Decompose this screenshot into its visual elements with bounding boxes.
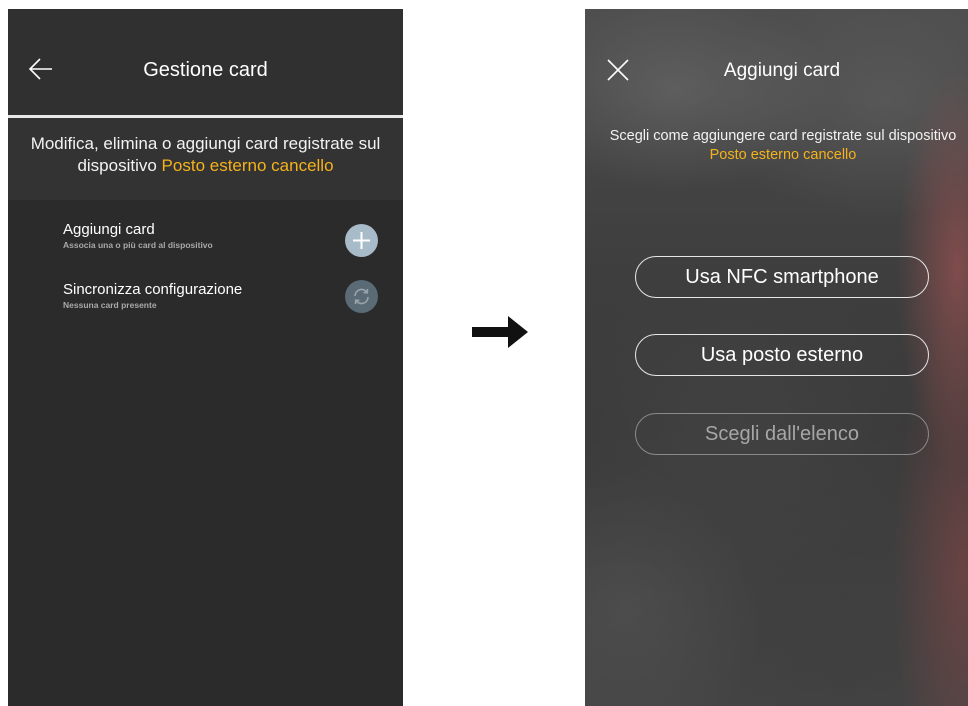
sync-button[interactable] <box>345 280 378 313</box>
stage: Gestione card Modifica, elimina o aggiun… <box>0 0 968 706</box>
description-panel: Modifica, elimina o aggiungi card regist… <box>8 118 403 200</box>
plus-icon <box>353 232 370 249</box>
menu-item-subtitle: Associa una o più card al dispositivo <box>63 240 213 250</box>
page-description: Scegli come aggiungere card registrate s… <box>605 127 961 165</box>
description-text: Scegli come aggiungere card registrate s… <box>609 128 957 144</box>
menu-item-aggiungi-card[interactable]: Aggiungi card Associa una o più card al … <box>8 217 403 267</box>
gestione-card-screen: Gestione card Modifica, elimina o aggiun… <box>8 9 403 706</box>
use-nfc-smartphone-button[interactable]: Usa NFC smartphone <box>635 256 929 298</box>
arrow-right-icon <box>472 316 528 348</box>
device-name: Posto esterno cancello <box>161 156 334 175</box>
use-posto-esterno-button[interactable]: Usa posto esterno <box>635 334 929 376</box>
menu-item-label: Aggiungi card <box>63 221 155 238</box>
page-title: Aggiungi card <box>723 60 841 81</box>
aggiungi-card-screen: Aggiungi card Scegli come aggiungere car… <box>585 9 968 706</box>
choose-from-list-button[interactable]: Scegli dall'elenco <box>635 413 929 455</box>
menu-item-subtitle: Nessuna card presente <box>63 300 157 310</box>
menu-item-label: Sincronizza configurazione <box>63 281 243 298</box>
app-header: Gestione card <box>8 9 403 115</box>
menu-item-sincronizza-configurazione[interactable]: Sincronizza configurazione Nessuna card … <box>8 277 403 327</box>
add-card-button[interactable] <box>345 224 378 257</box>
page-description: Modifica, elimina o aggiungi card regist… <box>22 133 389 177</box>
page-title: Gestione card <box>143 59 268 81</box>
sync-icon <box>354 288 369 305</box>
device-name: Posto esterno cancello <box>709 147 857 163</box>
